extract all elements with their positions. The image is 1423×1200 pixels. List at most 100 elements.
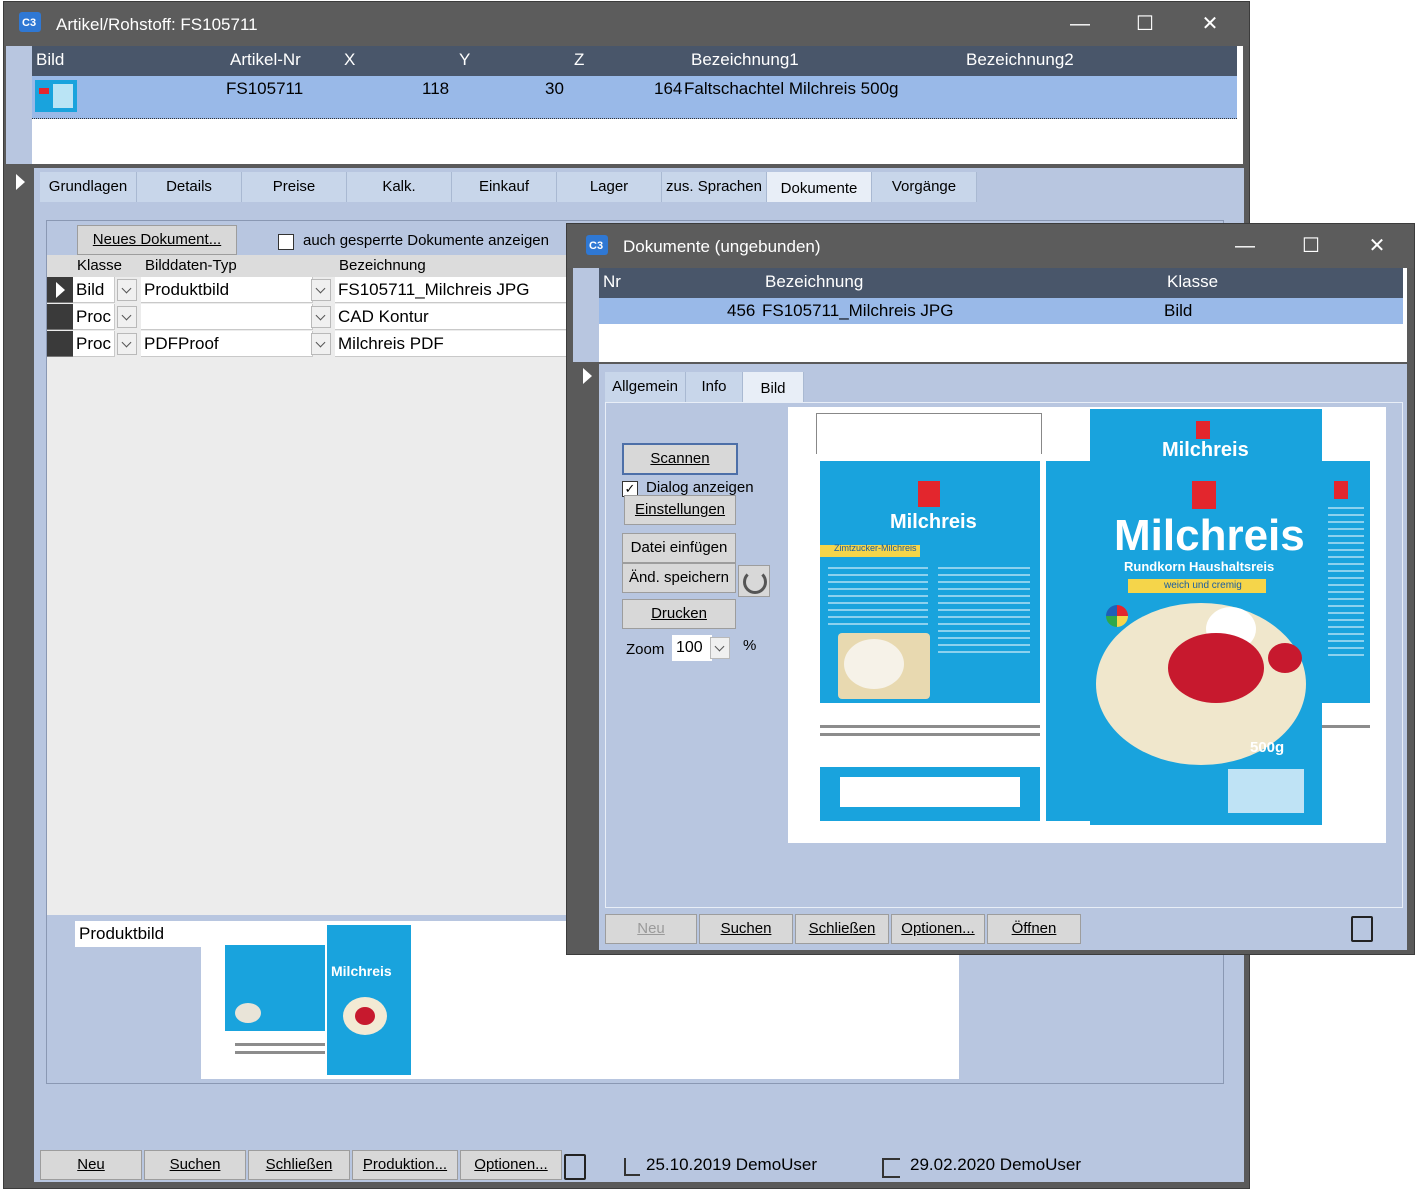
package-brand-small: Milchreis: [890, 511, 977, 533]
col-bezeichnung2[interactable]: Bezeichnung2: [966, 50, 1074, 70]
scannen-button[interactable]: Scannen: [622, 443, 738, 475]
typ-dropdown[interactable]: [311, 306, 331, 328]
tab-allgemein[interactable]: Allgemein: [605, 372, 686, 402]
doc-tab-area: Allgemein Info Bild Scannen ✓ Dialog anz…: [599, 364, 1407, 950]
col-bilddaten-typ[interactable]: Bilddaten-Typ: [145, 257, 237, 274]
klasse-dropdown[interactable]: [117, 333, 137, 355]
oeffnen-button[interactable]: Öffnen: [987, 914, 1081, 944]
new-document-button[interactable]: Neues Dokument...: [77, 225, 237, 255]
tab-info[interactable]: Info: [686, 372, 743, 402]
copy-icon[interactable]: [1351, 916, 1373, 942]
maximize-icon[interactable]: ☐: [1129, 10, 1161, 38]
schliessen-button[interactable]: Schließen: [248, 1150, 350, 1180]
article-thumbnail: [35, 80, 77, 112]
cell-typ[interactable]: [141, 304, 313, 330]
doc-grid: Nr Bezeichnung Klasse 456 FS105711_Milch…: [573, 268, 1407, 362]
suchen-button[interactable]: Suchen: [144, 1150, 246, 1180]
schliessen-button[interactable]: Schließen: [795, 914, 889, 944]
col-bezeichnung[interactable]: Bezeichnung: [765, 272, 863, 292]
doc-grid-header: Nr Bezeichnung Klasse: [599, 268, 1403, 298]
cell-bezeichnung[interactable]: CAD Kontur: [335, 304, 567, 330]
tab-einkauf[interactable]: Einkauf: [452, 172, 557, 202]
klasse-dropdown[interactable]: [117, 306, 137, 328]
app-icon: C3: [19, 12, 41, 32]
table-row[interactable]: FS105711 118 30 164 Faltschachtel Milchr…: [32, 76, 1237, 119]
typ-dropdown[interactable]: [311, 333, 331, 355]
tab-grundlagen[interactable]: Grundlagen: [40, 172, 137, 202]
tab-zus-sprachen[interactable]: zus. Sprachen: [662, 172, 767, 202]
klasse-dropdown[interactable]: [117, 279, 137, 301]
optionen-button[interactable]: Optionen...: [891, 914, 985, 944]
tab-kalk[interactable]: Kalk.: [347, 172, 452, 202]
neu-button[interactable]: Neu: [605, 914, 697, 944]
col-bezeichnung[interactable]: Bezeichnung: [339, 257, 426, 274]
drucken-button[interactable]: Drucken: [622, 599, 736, 629]
optionen-button[interactable]: Optionen...: [460, 1150, 562, 1180]
cell-typ[interactable]: PDFProof: [141, 331, 313, 357]
app-icon: C3: [586, 235, 608, 255]
tab-vorgaenge[interactable]: Vorgänge: [872, 172, 977, 202]
svg-text:C3: C3: [589, 240, 603, 252]
package-image[interactable]: Milchreis Zimtzucker-Milchreis Milchreis…: [788, 407, 1386, 843]
row-selector[interactable]: [47, 304, 73, 330]
article-grid-header: Bild Artikel-Nr X Y Z Bezeichnung1 Bezei…: [32, 46, 1237, 76]
doc-titlebar[interactable]: C3 Dokumente (ungebunden) — ☐ ✕: [567, 224, 1414, 268]
document-grid: Klasse Bilddaten-Typ Bezeichnung Bild Pr…: [47, 255, 567, 915]
produktion-button[interactable]: Produktion...: [352, 1150, 458, 1180]
cell-z: 164: [654, 79, 683, 98]
zoom-dropdown[interactable]: [710, 637, 730, 659]
col-y[interactable]: Y: [459, 50, 470, 70]
article-grid: Bild Artikel-Nr X Y Z Bezeichnung1 Bezei…: [6, 46, 1243, 168]
cell-klasse[interactable]: Proc: [73, 331, 115, 357]
expand-arrow-icon[interactable]: [16, 174, 25, 190]
typ-dropdown[interactable]: [311, 279, 331, 301]
modified-info: 29.02.2020 DemoUser: [910, 1155, 1082, 1174]
package-weight: 500g: [1250, 739, 1285, 756]
doc-window-title: Dokumente (ungebunden): [623, 237, 821, 256]
col-artikel-nr[interactable]: Artikel-Nr: [230, 50, 301, 70]
package-logo: [918, 481, 940, 507]
tab-bild[interactable]: Bild: [743, 372, 804, 406]
row-selector[interactable]: [47, 331, 73, 357]
cell-typ[interactable]: Produktbild: [141, 277, 313, 303]
einstellungen-button[interactable]: Einstellungen: [624, 495, 736, 525]
close-icon[interactable]: ✕: [1361, 232, 1393, 260]
cell-klasse[interactable]: Bild: [73, 277, 115, 303]
col-z[interactable]: Z: [574, 50, 584, 70]
expand-arrow-icon[interactable]: [583, 368, 592, 384]
minimize-icon[interactable]: —: [1229, 232, 1261, 260]
minimize-icon[interactable]: —: [1064, 10, 1096, 38]
tab-lager[interactable]: Lager: [557, 172, 662, 202]
col-bild[interactable]: Bild: [36, 50, 64, 70]
cell-bezeichnung[interactable]: FS105711_Milchreis JPG: [335, 277, 567, 303]
col-bezeichnung1[interactable]: Bezeichnung1: [691, 50, 799, 70]
copy-icon[interactable]: [564, 1154, 586, 1180]
tab-preise[interactable]: Preise: [242, 172, 347, 202]
zoom-label: Zoom: [626, 641, 665, 658]
row-selector[interactable]: [47, 277, 73, 303]
datei-einfuegen-button[interactable]: Datei einfügen: [622, 533, 736, 563]
package-brand-main: Milchreis: [1114, 511, 1305, 560]
table-row[interactable]: 456 FS105711_Milchreis JPG Bild: [599, 298, 1403, 324]
col-x[interactable]: X: [344, 50, 355, 70]
tab-details[interactable]: Details: [137, 172, 242, 202]
close-icon[interactable]: ✕: [1194, 10, 1226, 38]
cell-y: 30: [545, 79, 564, 98]
preview-label: Produktbild: [75, 921, 201, 947]
aend-speichern-button[interactable]: Änd. speichern: [622, 563, 736, 593]
bild-panel: Scannen ✓ Dialog anzeigen Einstellungen …: [605, 402, 1403, 908]
zoom-input[interactable]: 100: [672, 635, 712, 661]
refresh-icon[interactable]: [738, 565, 770, 597]
neu-button[interactable]: Neu: [40, 1150, 142, 1180]
col-klasse[interactable]: Klasse: [1167, 272, 1218, 292]
cell-bezeichnung[interactable]: Milchreis PDF: [335, 331, 567, 357]
suchen-button[interactable]: Suchen: [699, 914, 793, 944]
col-klasse[interactable]: Klasse: [77, 257, 122, 274]
maximize-icon[interactable]: ☐: [1295, 232, 1327, 260]
main-titlebar[interactable]: C3 Artikel/Rohstoff: FS105711 — ☐ ✕: [4, 2, 1249, 46]
col-nr[interactable]: Nr: [603, 272, 621, 292]
tab-dokumente[interactable]: Dokumente: [767, 172, 872, 206]
preview-brand-text: Milchreis: [331, 963, 392, 979]
cell-klasse[interactable]: Proc: [73, 304, 115, 330]
show-locked-checkbox[interactable]: [278, 234, 294, 250]
